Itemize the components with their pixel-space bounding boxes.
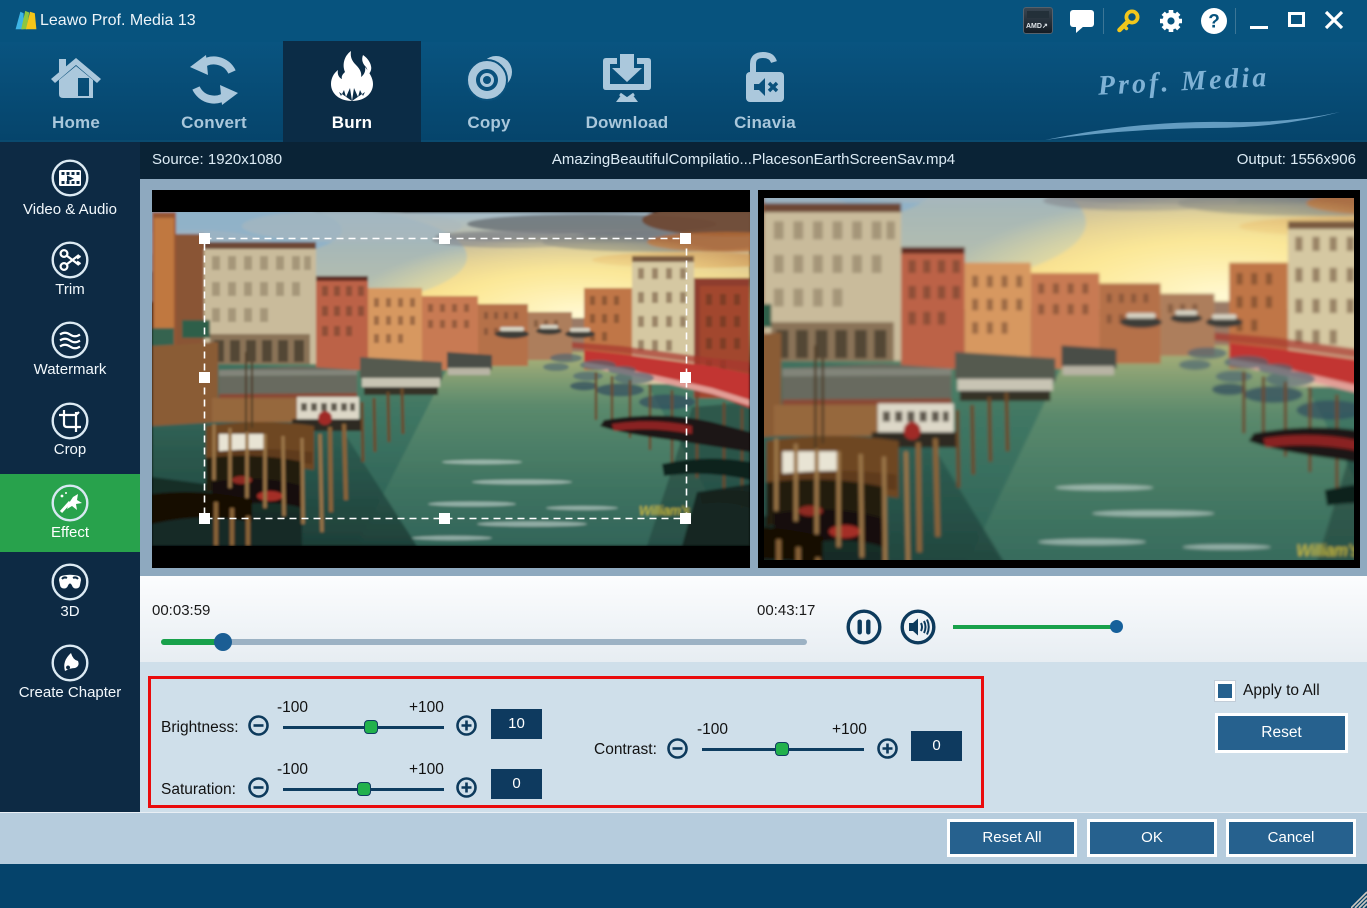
svg-text:?: ? [1208,12,1220,33]
